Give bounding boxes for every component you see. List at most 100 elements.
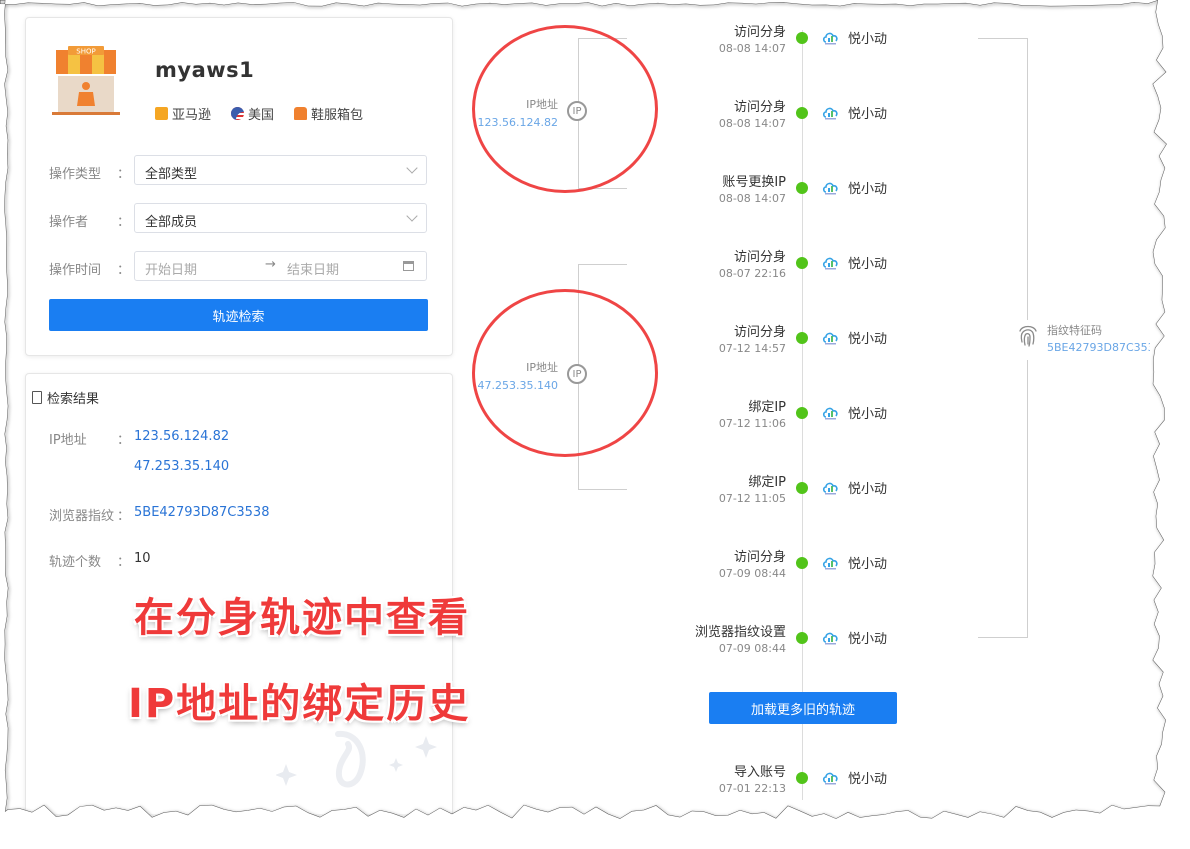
event-time: 08-08 14:07 [718,42,786,55]
event-name: 浏览器指纹设置 [694,625,786,640]
annotation-line-2: IP地址的绑定历史 [128,681,471,727]
date-range-picker[interactable]: 开始日期 → 结束日期 [134,251,427,281]
user-logo-icon [822,32,838,44]
fingerprint-node-label: 指纹特征码 [1047,324,1102,337]
amazon-icon [155,107,168,120]
user-logo-icon [822,482,838,494]
us-flag-icon [231,107,244,120]
event-user: 悦小动 [822,553,887,572]
fingerprint-value[interactable]: 5BE42793D87C3538 [134,505,269,520]
platform-label: 亚马逊 [172,108,212,123]
count-value: 10 [134,551,151,566]
op-type-label: 操作类型 [49,167,102,182]
category-label: 鞋服箱包 [311,108,364,123]
fingerprint-node-value[interactable]: 5BE42793D87C3538 [1047,341,1150,354]
op-type-select[interactable]: 全部类型 [134,155,427,185]
event-user-name: 悦小动 [848,107,888,122]
event-name: 访问分身 [733,250,786,265]
event-user: 悦小动 [822,328,887,347]
timeline-dot [796,482,808,494]
count-label: 轨迹个数 [49,555,102,570]
calendar-icon [403,261,414,271]
arrow-right-icon: → [265,257,276,272]
op-type-value: 全部类型 [145,167,198,182]
end-date-input[interactable]: 结束日期 [287,259,339,278]
event-time: 07-12 14:57 [718,342,786,355]
event-user: 悦小动 [822,28,887,47]
start-date-input[interactable]: 开始日期 [145,259,197,278]
event-name: 绑定IP [748,400,786,415]
event-name: 绑定IP [748,475,786,490]
event-time: 08-08 14:07 [718,192,786,205]
document-icon [32,391,42,404]
colon: ： [117,263,131,278]
event-user: 悦小动 [822,178,887,197]
colon: ： [117,555,131,570]
event-time: 07-12 11:06 [718,417,786,430]
user-logo-icon [822,557,838,569]
event-user-name: 悦小动 [848,772,888,787]
timeline-dot [796,107,808,119]
event-name: 访问分身 [733,100,786,115]
load-more-button[interactable]: 加载更多旧的轨迹 [709,692,897,724]
search-button[interactable]: 轨迹检索 [49,299,428,331]
user-logo-icon [822,182,838,194]
timeline-dot [796,182,808,194]
user-logo-icon [822,257,838,269]
time-label: 操作时间 [49,263,102,278]
event-name: 导入账号 [733,765,786,780]
colon: ： [117,215,131,230]
event-user-name: 悦小动 [848,257,888,272]
svg-text:SHOP: SHOP [76,48,95,56]
event-name: 访问分身 [733,25,786,40]
country-tag: 美国 [231,104,274,123]
operator-value: 全部成员 [145,215,198,230]
fingerprint-icon [1019,325,1037,347]
ip-label: IP地址 [49,433,87,448]
timeline-dot [796,557,808,569]
timeline-dot [796,257,808,269]
platform-tag: 亚马逊 [155,104,211,123]
country-label: 美国 [248,108,275,123]
event-time: 07-01 22:13 [718,782,786,795]
highlight-circle-1 [472,25,658,193]
event-user: 悦小动 [822,103,887,122]
event-name: 访问分身 [733,325,786,340]
event-user-name: 悦小动 [848,32,888,47]
event-user-name: 悦小动 [848,332,888,347]
event-time: 08-07 22:16 [718,267,786,280]
event-user-name: 悦小动 [848,482,888,497]
event-user: 悦小动 [822,253,887,272]
chevron-down-icon [406,162,418,174]
shop-name: myaws1 [155,58,255,82]
user-logo-icon [822,772,838,784]
highlight-circle-2 [472,289,658,457]
colon: ： [117,167,131,182]
account-card: SHOP myaws1 亚马逊 美国 鞋服箱包 操作类型 ： 全部类型 操作者 … [25,17,453,356]
event-time: 07-09 08:44 [718,567,786,580]
event-name: 访问分身 [733,550,786,565]
colon: ： [117,433,131,448]
colon: ： [117,509,131,524]
event-time: 07-09 08:44 [718,642,786,655]
clothing-icon [294,107,307,120]
results-title: 检索结果 [47,392,100,407]
annotation-line-1: 在分身轨迹中查看 [134,595,470,641]
operator-select[interactable]: 全部成员 [134,203,427,233]
user-logo-icon [822,107,838,119]
fingerprint-label: 浏览器指纹 [49,509,115,524]
event-user-name: 悦小动 [848,407,888,422]
event-time: 07-12 11:05 [718,492,786,505]
event-name: 账号更换IP [722,175,786,190]
event-user: 悦小动 [822,628,887,647]
ip-value-1[interactable]: 123.56.124.82 [134,429,229,444]
event-user-name: 悦小动 [848,632,888,647]
event-user: 悦小动 [822,478,887,497]
event-time: 08-08 14:07 [718,117,786,130]
event-user-name: 悦小动 [848,182,888,197]
operator-label: 操作者 [49,215,89,230]
ip-value-2[interactable]: 47.253.35.140 [134,459,229,474]
event-user-name: 悦小动 [848,557,888,572]
timeline-dot [796,407,808,419]
shop-logo-icon: SHOP [52,46,120,115]
